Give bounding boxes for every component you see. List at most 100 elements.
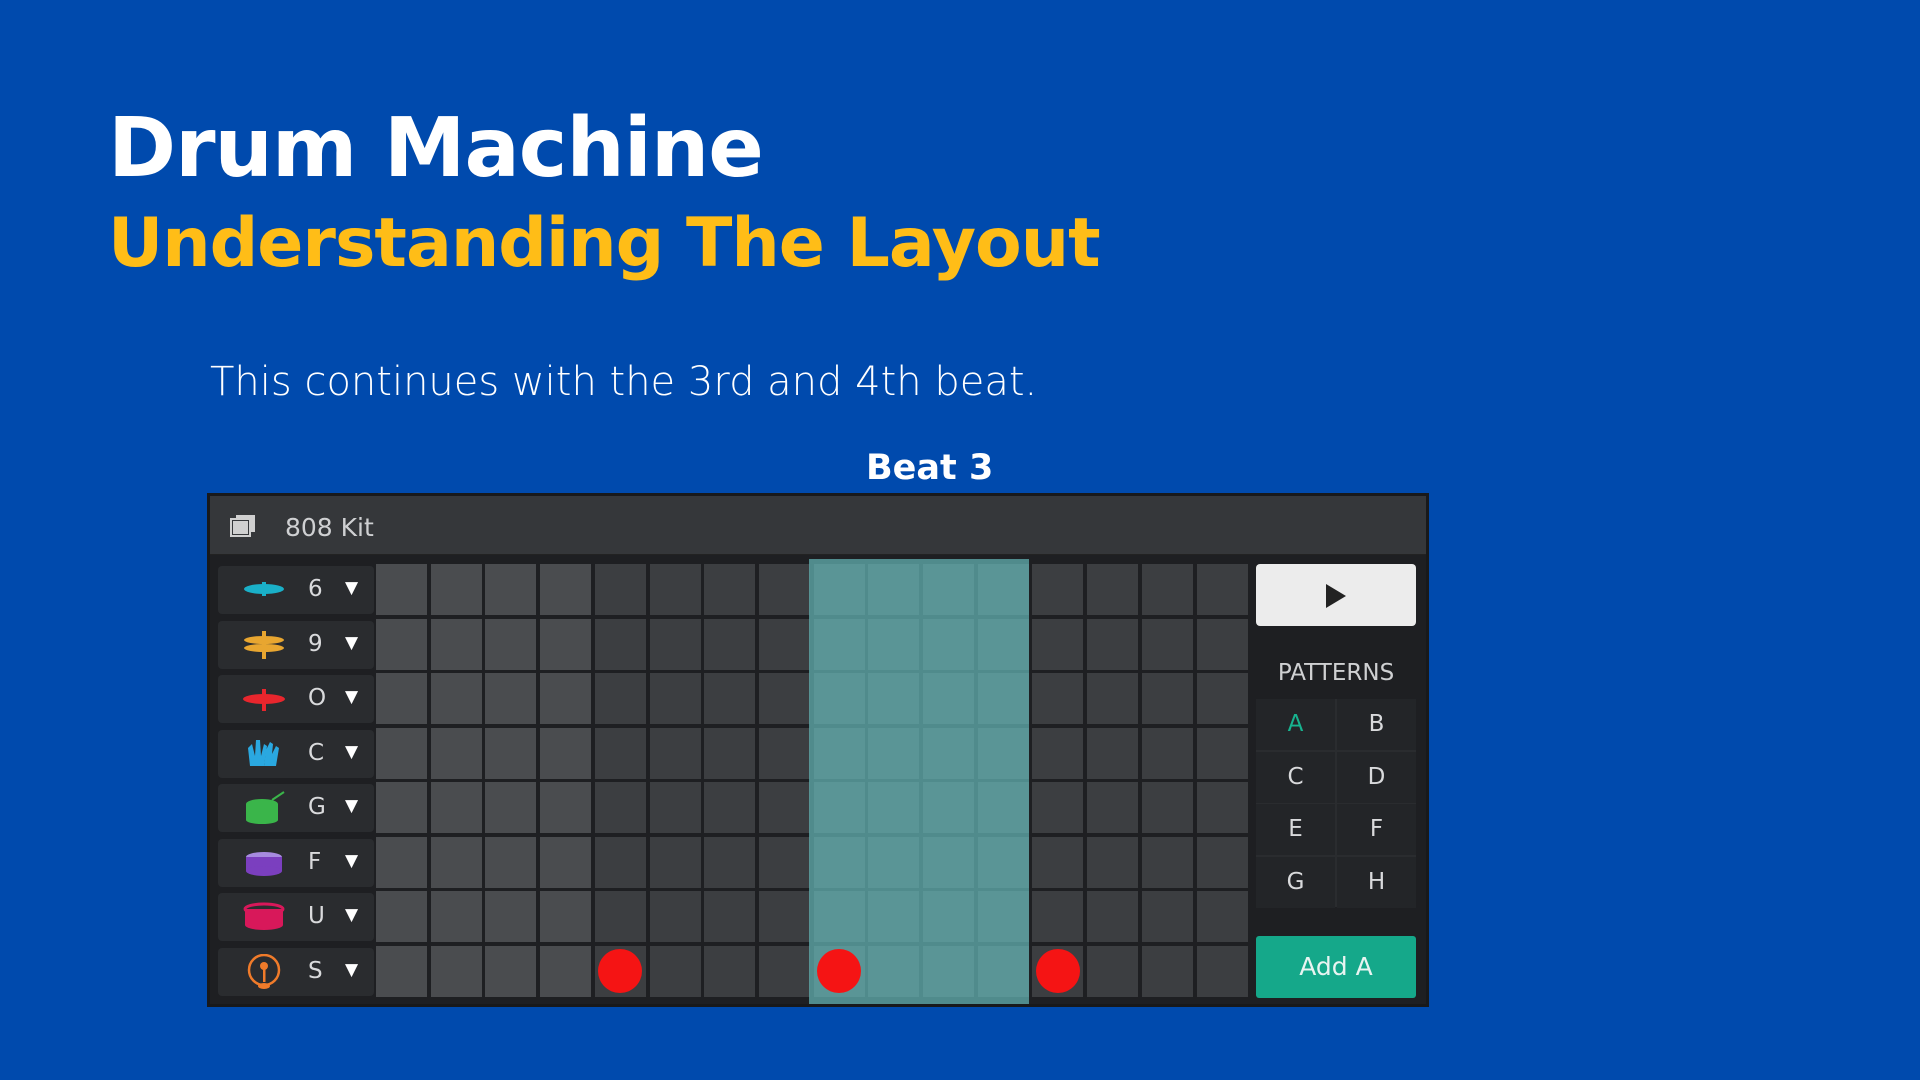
step-cell[interactable] (704, 564, 756, 615)
active-step-marker[interactable] (1035, 949, 1080, 993)
step-cell[interactable] (376, 945, 427, 997)
step-cell[interactable] (376, 782, 427, 833)
step-cell[interactable] (704, 618, 756, 670)
dropdown-arrow-icon[interactable]: ▼ (345, 905, 358, 925)
dropdown-arrow-icon[interactable]: ▼ (345, 796, 358, 816)
step-cell[interactable] (758, 564, 810, 615)
step-cell[interactable] (540, 891, 592, 942)
step-cell[interactable] (1032, 836, 1084, 888)
step-cell[interactable] (1141, 618, 1193, 670)
track-row[interactable]: G ▼ (218, 784, 374, 832)
pattern-button-g[interactable]: G (1256, 856, 1335, 908)
step-cell[interactable] (485, 618, 537, 670)
step-cell[interactable] (1087, 891, 1139, 942)
step-cell[interactable] (1141, 727, 1193, 779)
step-cell[interactable] (540, 945, 592, 997)
pattern-button-c[interactable]: C (1256, 751, 1335, 803)
step-cell[interactable] (430, 891, 482, 942)
track-row[interactable]: 6 ▼ (218, 566, 374, 614)
track-row[interactable]: 9 ▼ (218, 620, 374, 669)
step-cell[interactable] (1196, 945, 1248, 997)
active-step-marker[interactable] (817, 949, 862, 993)
step-cell[interactable] (1032, 673, 1084, 724)
step-cell[interactable] (758, 782, 810, 833)
step-cell[interactable] (1032, 891, 1084, 942)
track-row[interactable]: S ▼ (218, 947, 374, 996)
step-cell[interactable] (1196, 673, 1248, 724)
kit-name[interactable]: 808 Kit (285, 513, 374, 542)
step-cell[interactable] (430, 782, 482, 833)
step-cell[interactable] (376, 564, 427, 615)
step-cell[interactable] (485, 891, 537, 942)
step-cell[interactable] (649, 782, 701, 833)
step-cell[interactable] (1141, 836, 1193, 888)
step-cell[interactable] (540, 673, 592, 724)
kit-selector-icon[interactable] (230, 514, 256, 538)
step-cell[interactable] (1141, 891, 1193, 942)
step-cell[interactable] (704, 782, 756, 833)
step-cell[interactable] (649, 891, 701, 942)
step-cell[interactable] (1087, 727, 1139, 779)
step-cell[interactable] (1032, 782, 1084, 833)
step-cell[interactable] (485, 673, 537, 724)
track-row[interactable]: C ▼ (218, 729, 374, 778)
step-cell[interactable] (430, 618, 482, 670)
step-cell[interactable] (540, 727, 592, 779)
pattern-button-d[interactable]: D (1337, 751, 1416, 803)
pattern-button-f[interactable]: F (1337, 804, 1416, 855)
step-cell[interactable] (376, 727, 427, 779)
step-cell[interactable] (1196, 836, 1248, 888)
step-cell[interactable] (1032, 618, 1084, 670)
step-cell[interactable] (1032, 727, 1084, 779)
step-cell[interactable] (376, 673, 427, 724)
step-cell[interactable] (485, 727, 537, 779)
pattern-button-a[interactable]: A (1256, 699, 1335, 750)
step-cell[interactable] (594, 727, 646, 779)
step-cell[interactable] (758, 618, 810, 670)
track-row[interactable]: F ▼ (218, 838, 374, 887)
step-cell[interactable] (1087, 564, 1139, 615)
step-cell[interactable] (594, 782, 646, 833)
step-cell[interactable] (430, 836, 482, 888)
step-cell[interactable] (1196, 618, 1248, 670)
step-cell[interactable] (485, 782, 537, 833)
step-cell[interactable] (704, 727, 756, 779)
dropdown-arrow-icon[interactable]: ▼ (345, 578, 358, 598)
step-cell[interactable] (1141, 564, 1193, 615)
step-cell[interactable] (540, 564, 592, 615)
step-cell[interactable] (758, 945, 810, 997)
step-cell[interactable] (704, 945, 756, 997)
step-cell[interactable] (540, 618, 592, 670)
step-cell[interactable] (485, 945, 537, 997)
step-cell[interactable] (649, 673, 701, 724)
step-cell[interactable] (704, 891, 756, 942)
track-row[interactable]: U ▼ (218, 893, 374, 941)
step-cell[interactable] (594, 836, 646, 888)
step-cell[interactable] (1087, 618, 1139, 670)
step-cell[interactable] (1196, 564, 1248, 615)
step-cell[interactable] (430, 564, 482, 615)
step-cell[interactable] (758, 727, 810, 779)
step-cell[interactable] (540, 782, 592, 833)
step-cell[interactable] (1087, 836, 1139, 888)
step-cell[interactable] (1196, 782, 1248, 833)
step-cell[interactable] (1032, 564, 1084, 615)
step-cell[interactable] (704, 673, 756, 724)
dropdown-arrow-icon[interactable]: ▼ (345, 851, 358, 871)
step-cell[interactable] (704, 836, 756, 888)
dropdown-arrow-icon[interactable]: ▼ (345, 960, 358, 980)
track-row[interactable]: O ▼ (218, 675, 374, 723)
step-cell[interactable] (376, 618, 427, 670)
step-cell[interactable] (758, 891, 810, 942)
step-cell[interactable] (1196, 727, 1248, 779)
dropdown-arrow-icon[interactable]: ▼ (345, 633, 358, 653)
step-cell[interactable] (430, 673, 482, 724)
dropdown-arrow-icon[interactable]: ▼ (345, 687, 358, 707)
step-cell[interactable] (594, 673, 646, 724)
step-cell[interactable] (376, 836, 427, 888)
step-cell[interactable] (594, 564, 646, 615)
step-cell[interactable] (376, 891, 427, 942)
step-cell[interactable] (1196, 891, 1248, 942)
pattern-button-h[interactable]: H (1337, 856, 1416, 908)
pattern-button-e[interactable]: E (1256, 804, 1335, 855)
